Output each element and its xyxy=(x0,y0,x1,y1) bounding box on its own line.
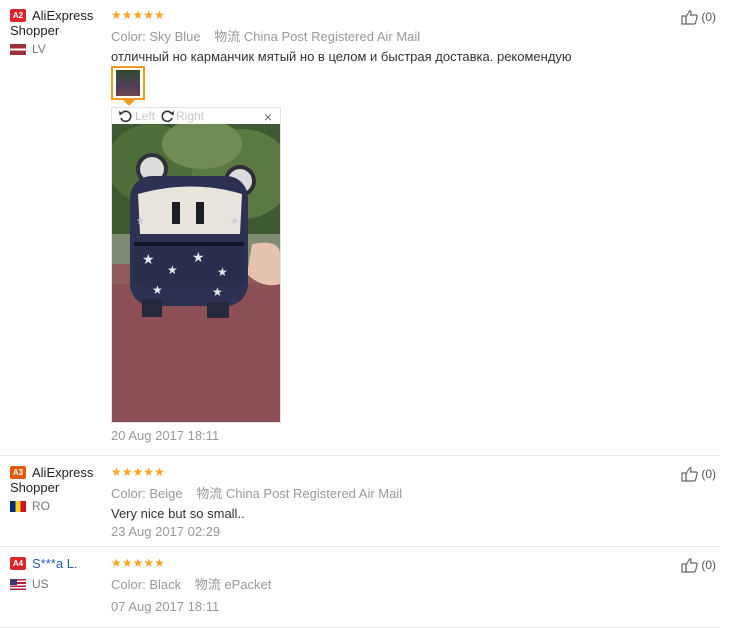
review-body: ★★★★★ Color: Black 物流 ePacket 07 Aug 201… xyxy=(111,556,671,614)
shipping-value: China Post Registered Air Mail xyxy=(225,486,403,501)
review-body: ★★★★★ Color: Beige 物流 China Post Registe… xyxy=(111,465,671,539)
latvia-flag-icon xyxy=(10,43,26,55)
shipping-value: ePacket xyxy=(224,577,272,592)
review-meta: Color: Sky Blue 物流 China Post Registered… xyxy=(111,26,671,45)
rating-stars: ★★★★★ xyxy=(111,556,165,570)
helpful-button[interactable]: (0) xyxy=(681,557,716,573)
review-3: A4 S***a L. US ★★★★★ Color: Black 物流 ePa… xyxy=(0,548,720,628)
level-badge: A2 xyxy=(10,9,26,22)
svg-text:★: ★ xyxy=(217,265,228,279)
color-label: Color: xyxy=(111,577,146,592)
svg-text:★: ★ xyxy=(230,216,239,227)
level-badge: A4 xyxy=(10,557,26,570)
shipping-value: China Post Registered Air Mail xyxy=(243,29,421,44)
thumbs-up-icon xyxy=(681,558,699,573)
review-date: 23 Aug 2017 02:29 xyxy=(111,524,221,539)
svg-text:★: ★ xyxy=(136,216,145,227)
helpful-count: (0) xyxy=(701,558,716,572)
shipping-label: 物流 xyxy=(194,577,221,592)
rotate-right-label: Right xyxy=(176,109,205,123)
review-photo: ★ ★ ★ ★ ★ ★ ★ ★ xyxy=(112,124,280,422)
reviewer-name-line2: Shopper xyxy=(10,23,60,38)
svg-text:★: ★ xyxy=(152,283,163,297)
shipping-label: 物流 xyxy=(196,486,223,501)
rating-stars: ★★★★★ xyxy=(111,465,165,479)
review-2: A3 AliExpress Shopper RO ★★★★★ Color: Be… xyxy=(0,457,720,547)
color-label: Color: xyxy=(111,486,146,501)
country-code: US xyxy=(32,577,49,591)
review-text: Very nice but so small.. xyxy=(111,506,245,521)
reviewer-country: LV xyxy=(10,42,106,56)
helpful-count: (0) xyxy=(701,10,716,24)
country-code: RO xyxy=(32,499,50,513)
reviewer-info: A2 AliExpress Shopper LV xyxy=(10,8,106,56)
viewer-toolbar: Left Right × xyxy=(112,108,280,125)
close-icon[interactable]: × xyxy=(264,109,272,125)
review-date: 20 Aug 2017 18:11 xyxy=(111,428,220,443)
svg-text:★: ★ xyxy=(212,285,223,299)
helpful-button[interactable]: (0) xyxy=(681,9,716,25)
reviewer-name[interactable]: S***a L. xyxy=(32,556,78,571)
svg-text:★: ★ xyxy=(142,251,155,267)
svg-text:★: ★ xyxy=(167,263,178,277)
thumbs-up-icon xyxy=(681,10,699,25)
reviewer-name: AliExpress xyxy=(32,465,94,480)
thumbnail-pointer xyxy=(123,100,135,106)
backpack-photo: ★ ★ ★ ★ ★ ★ ★ ★ xyxy=(112,124,280,422)
shipping-label: 物流 xyxy=(214,29,241,44)
reviewer-country: RO xyxy=(10,499,106,513)
rotate-left-icon xyxy=(119,110,132,123)
review-photo-thumbnail[interactable] xyxy=(111,66,145,100)
color-label: Color: xyxy=(111,29,146,44)
color-value: Black xyxy=(149,577,182,592)
review-date: 07 Aug 2017 18:11 xyxy=(111,599,220,614)
review-1: A2 AliExpress Shopper LV ★★★★★ Color: Sk… xyxy=(0,0,720,456)
reviewer-country: US xyxy=(10,577,106,591)
level-badge: A3 xyxy=(10,466,26,479)
review-text: отличный но карманчик мятый но в целом и… xyxy=(111,49,572,64)
thumbs-up-icon xyxy=(681,467,699,482)
review-body: ★★★★★ Color: Sky Blue 物流 China Post Regi… xyxy=(111,8,671,64)
usa-flag-icon xyxy=(10,578,26,590)
review-meta: Color: Beige 物流 China Post Registered Ai… xyxy=(111,483,671,502)
svg-text:★: ★ xyxy=(192,249,205,265)
helpful-button[interactable]: (0) xyxy=(681,466,716,482)
rating-stars: ★★★★★ xyxy=(111,8,165,22)
rotate-left-button[interactable]: Left xyxy=(118,109,155,123)
color-value: Beige xyxy=(149,486,183,501)
reviewer-name: AliExpress xyxy=(32,8,94,23)
rotate-right-button[interactable]: Right xyxy=(159,109,204,123)
review-meta: Color: Black 物流 ePacket xyxy=(111,574,671,593)
country-code: LV xyxy=(32,42,46,56)
photo-viewer: Left Right × ★ ★ ★ ★ ★ ★ ★ ★ xyxy=(111,107,281,423)
reviewer-info: A3 AliExpress Shopper RO xyxy=(10,465,106,513)
thumbnail-image xyxy=(116,70,140,96)
helpful-count: (0) xyxy=(701,467,716,481)
rotate-right-icon xyxy=(161,110,175,123)
romania-flag-icon xyxy=(10,500,26,512)
rotate-left-label: Left xyxy=(135,109,156,123)
reviewer-info: A4 S***a L. US xyxy=(10,556,106,591)
color-value: Sky Blue xyxy=(149,29,201,44)
reviewer-name-line2: Shopper xyxy=(10,480,60,495)
